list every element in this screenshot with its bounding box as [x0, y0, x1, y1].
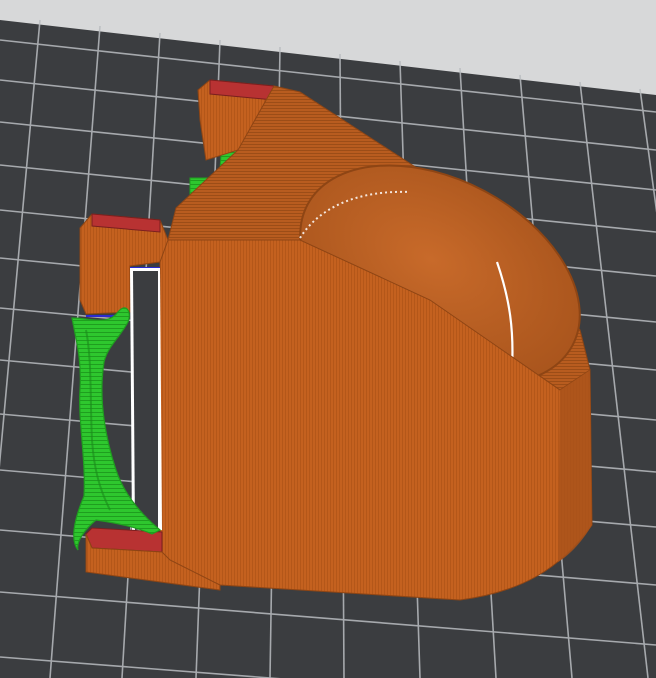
slicer-viewport[interactable] — [0, 0, 656, 678]
preview-scene — [0, 0, 656, 678]
